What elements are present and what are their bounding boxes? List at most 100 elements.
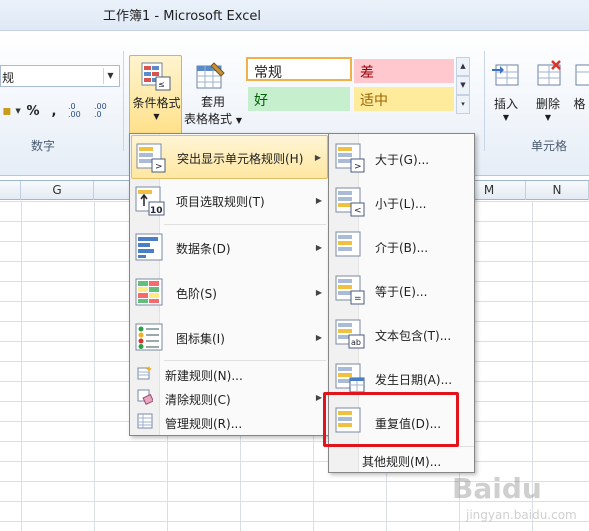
top-bottom-icon: 10 bbox=[135, 186, 165, 216]
menu-item-top-bottom-rules[interactable]: 10 项目选取规则(T) ▶ bbox=[131, 179, 328, 223]
text-contains-icon: ab bbox=[335, 319, 365, 349]
chevron-down-icon: ▼ bbox=[235, 116, 242, 125]
number-group-label: 数字 bbox=[31, 139, 56, 153]
chevron-up-icon[interactable]: ▲ bbox=[456, 57, 470, 76]
menu-item-label: 清除规则(C) bbox=[165, 393, 231, 407]
menu-item-new-rule[interactable]: 新建规则(N)... bbox=[131, 362, 328, 386]
group-separator bbox=[123, 51, 124, 151]
menu-item-data-bars[interactable]: 数据条(D) ▶ bbox=[131, 226, 328, 270]
chevron-down-icon[interactable]: ▼ bbox=[103, 68, 117, 84]
insert-label: 插入 bbox=[493, 97, 518, 111]
chevron-right-icon: ▶ bbox=[314, 153, 321, 162]
svg-text:>: > bbox=[155, 162, 163, 172]
conditional-formatting-label: 条件格式 bbox=[132, 96, 181, 110]
chevron-down-icon[interactable]: ▼ bbox=[14, 100, 22, 122]
column-n[interactable]: N bbox=[526, 181, 589, 200]
baidu-watermark: Baidu jingyan.baidu.com bbox=[448, 472, 584, 526]
submenu-item-label: 发生日期(A)... bbox=[375, 373, 453, 387]
menu-item-clear-rules[interactable]: 清除规则(C) ▶ bbox=[131, 386, 328, 410]
format-label: 格 bbox=[573, 97, 586, 111]
format-as-table-label-2-text: 表格格式 bbox=[184, 112, 233, 126]
menu-separator bbox=[164, 224, 326, 225]
column-h[interactable] bbox=[94, 181, 131, 200]
chevron-down-icon: ▼ bbox=[544, 113, 552, 122]
more-icon[interactable]: ▾ bbox=[456, 95, 470, 114]
menu-item-label: 项目选取规则(T) bbox=[176, 195, 265, 209]
data-bars-icon bbox=[135, 233, 163, 261]
format-cells-icon bbox=[575, 64, 589, 86]
format-as-table-icon bbox=[196, 62, 225, 89]
decrease-decimal-button[interactable]: .00 .0 bbox=[90, 100, 116, 122]
group-separator bbox=[484, 51, 485, 151]
number-buttons: ▪ ▼ % , .0 .00 .00 .0 bbox=[0, 100, 116, 122]
corner-cell[interactable] bbox=[0, 181, 21, 200]
menu-item-label: 管理规则(R)... bbox=[165, 417, 243, 431]
style-neutral[interactable]: 适中 bbox=[354, 87, 454, 111]
less-than-icon: < bbox=[335, 187, 365, 217]
window-title: 工作簿1 - Microsoft Excel bbox=[103, 9, 261, 24]
number-format-combo[interactable]: 规 ▼ bbox=[0, 65, 120, 87]
format-as-table-label-2: 表格格式 ▼ bbox=[184, 110, 242, 127]
menu-item-highlight-cells-rules[interactable]: > 突出显示单元格规则(H) ▶ bbox=[131, 135, 328, 179]
chevron-down-icon: ▼ bbox=[153, 112, 160, 121]
submenu-item-label: 大于(G)... bbox=[375, 153, 430, 167]
insert-button[interactable]: 插入 ▼ bbox=[486, 55, 526, 151]
svg-text:=: = bbox=[354, 294, 362, 304]
decrease-decimal-label: .00 .0 bbox=[94, 102, 107, 119]
menu-separator bbox=[164, 360, 326, 361]
svg-text:ab: ab bbox=[351, 338, 361, 347]
style-bad[interactable]: 差 bbox=[354, 59, 454, 83]
delete-label: 删除 bbox=[535, 97, 560, 111]
increase-decimal-button[interactable]: .0 .00 bbox=[64, 100, 90, 122]
format-as-table-label-1: 套用 bbox=[200, 95, 225, 109]
conditional-formatting-menu: > 突出显示单元格规则(H) ▶ 10 项目选取规则(T) ▶ 数据条(D) ▶ bbox=[129, 133, 330, 436]
callout-highlight-box bbox=[323, 392, 459, 447]
title-bar: 工作簿1 - Microsoft Excel bbox=[0, 0, 589, 30]
submenu-item-label: 其他规则(M)... bbox=[362, 455, 442, 469]
style-good[interactable]: 好 bbox=[248, 87, 350, 111]
new-rule-icon bbox=[137, 366, 152, 380]
submenu-item-more-rules[interactable]: 其他规则(M)... bbox=[330, 447, 473, 473]
format-button[interactable]: 格 bbox=[570, 55, 589, 151]
manage-rules-icon bbox=[137, 413, 153, 429]
style-normal[interactable]: 常规 bbox=[246, 57, 352, 81]
menu-item-color-scales[interactable]: 色阶(S) ▶ bbox=[131, 271, 328, 315]
menu-item-label: 突出显示单元格规则(H) bbox=[177, 152, 304, 166]
svg-text:<: < bbox=[354, 206, 362, 216]
chevron-right-icon: ▶ bbox=[315, 393, 322, 402]
increase-decimal-label: .0 .00 bbox=[68, 102, 81, 119]
watermark-sub: jingyan.baidu.com bbox=[466, 508, 577, 522]
chevron-right-icon: ▶ bbox=[315, 288, 322, 297]
chevron-down-icon[interactable]: ▼ bbox=[456, 76, 470, 95]
number-format-value: 规 bbox=[2, 71, 15, 85]
column-g[interactable]: G bbox=[21, 181, 94, 200]
color-scales-icon bbox=[135, 278, 163, 306]
conditional-formatting-icon: ≤ bbox=[141, 62, 171, 91]
chevron-right-icon: ▶ bbox=[315, 243, 322, 252]
submenu-item-greater-than[interactable]: > 大于(G)... bbox=[330, 136, 473, 180]
chevron-down-icon: ▼ bbox=[502, 113, 510, 122]
currency-icon[interactable]: ▪ bbox=[0, 100, 14, 122]
menu-item-manage-rules[interactable]: 管理规则(R)... bbox=[131, 410, 328, 434]
svg-text:>: > bbox=[354, 162, 362, 172]
chevron-right-icon: ▶ bbox=[315, 196, 322, 205]
date-occurring-icon bbox=[335, 363, 365, 393]
highlight-cells-icon: > bbox=[136, 143, 166, 173]
submenu-item-label: 文本包含(T)... bbox=[375, 329, 452, 343]
chevron-right-icon: ▶ bbox=[315, 333, 322, 342]
menu-item-label: 色阶(S) bbox=[176, 287, 217, 301]
submenu-item-equal-to[interactable]: = 等于(E)... bbox=[330, 268, 473, 312]
greater-than-icon: > bbox=[335, 143, 365, 173]
svg-text:≤: ≤ bbox=[158, 80, 165, 89]
insert-cells-icon bbox=[492, 64, 519, 86]
submenu-item-between[interactable]: 介于(B)... bbox=[330, 224, 473, 268]
submenu-item-label: 介于(B)... bbox=[375, 241, 429, 255]
submenu-item-label: 小于(L)... bbox=[375, 197, 427, 211]
comma-button[interactable]: , bbox=[44, 100, 64, 122]
menu-item-icon-sets[interactable]: 图标集(I) ▶ bbox=[131, 316, 328, 360]
percent-button[interactable]: % bbox=[22, 100, 44, 122]
submenu-item-less-than[interactable]: < 小于(L)... bbox=[330, 180, 473, 224]
clear-rules-icon bbox=[137, 389, 153, 405]
svg-text:10: 10 bbox=[150, 206, 163, 216]
submenu-item-text-contains[interactable]: ab 文本包含(T)... bbox=[330, 312, 473, 356]
